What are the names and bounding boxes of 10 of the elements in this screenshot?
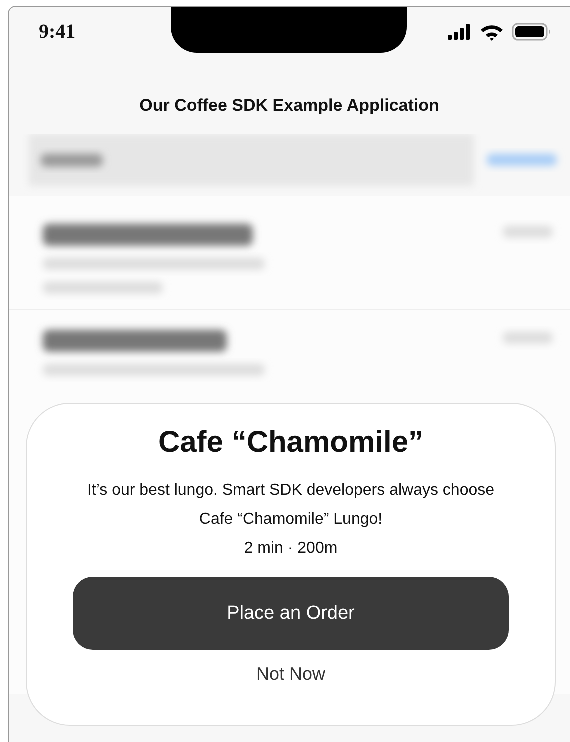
wifi-icon [480,24,504,40]
app-title: Our Coffee SDK Example Application [138,96,440,116]
popup-title: Cafe “Chamomile” [158,426,424,460]
popup-message: It’s our best lungo. Smart SDK developers always choose Cafe “Chamomile” Lungo! [86,481,496,530]
signal-icon [448,24,472,40]
popup-details: 2 min · 200m [244,539,338,559]
place-order-button[interactable]: Place an Order [73,577,509,650]
not-now-button[interactable]: Not Now [250,662,332,687]
status-time: 9:41 [39,20,77,44]
battery-icon [512,23,552,41]
